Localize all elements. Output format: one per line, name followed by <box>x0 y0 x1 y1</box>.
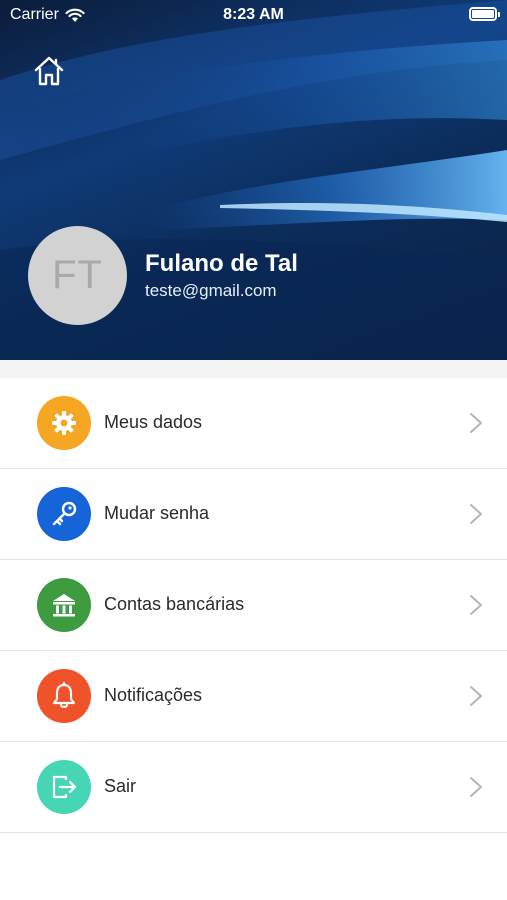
user-email: teste@gmail.com <box>145 281 277 300</box>
battery-icon <box>469 7 500 21</box>
chevron-right-icon <box>470 686 482 706</box>
menu-icon-circle <box>37 669 91 723</box>
bank-icon <box>53 594 75 617</box>
menu-item-label: Notificações <box>104 685 203 705</box>
status-time: 8:23 AM <box>223 6 284 23</box>
key-icon <box>52 501 77 526</box>
section-separator <box>0 360 507 378</box>
menu-item-sair[interactable]: Sair <box>0 742 507 833</box>
menu-item-label: Meus dados <box>104 412 203 432</box>
menu-item-label: Sair <box>104 776 137 796</box>
avatar-initials: FT <box>52 253 103 297</box>
status-bar: Carrier 8:23 AM <box>0 0 507 30</box>
menu-item-notificacoes[interactable]: Notificações <box>0 651 507 742</box>
menu-icon-circle <box>37 396 91 450</box>
menu-icon-circle <box>37 487 91 541</box>
chevron-right-icon <box>470 595 482 615</box>
profile-header: Carrier 8:23 AM FT Fulano de Tal teste@g… <box>0 0 507 360</box>
menu-item-mudar-senha[interactable]: Mudar senha <box>0 469 507 560</box>
menu-icon-circle <box>37 578 91 632</box>
menu-icon-circle <box>37 760 91 814</box>
chevron-right-icon <box>470 413 482 433</box>
exit-icon <box>52 775 77 799</box>
home-icon <box>34 56 64 86</box>
menu-item-meus-dados[interactable]: Meus dados <box>0 378 507 469</box>
settings-menu: Meus dados Mudar senha Contas bancárias … <box>0 378 507 833</box>
user-name: Fulano de Tal <box>145 250 298 277</box>
menu-item-label: Mudar senha <box>104 503 210 523</box>
menu-item-label: Contas bancárias <box>104 594 245 614</box>
menu-item-contas-bancarias[interactable]: Contas bancárias <box>0 560 507 651</box>
bell-icon <box>52 681 76 708</box>
chevron-right-icon <box>470 777 482 797</box>
gear-icon <box>52 411 76 435</box>
chevron-right-icon <box>470 504 482 524</box>
avatar: FT <box>28 226 127 325</box>
home-button[interactable] <box>32 54 66 88</box>
